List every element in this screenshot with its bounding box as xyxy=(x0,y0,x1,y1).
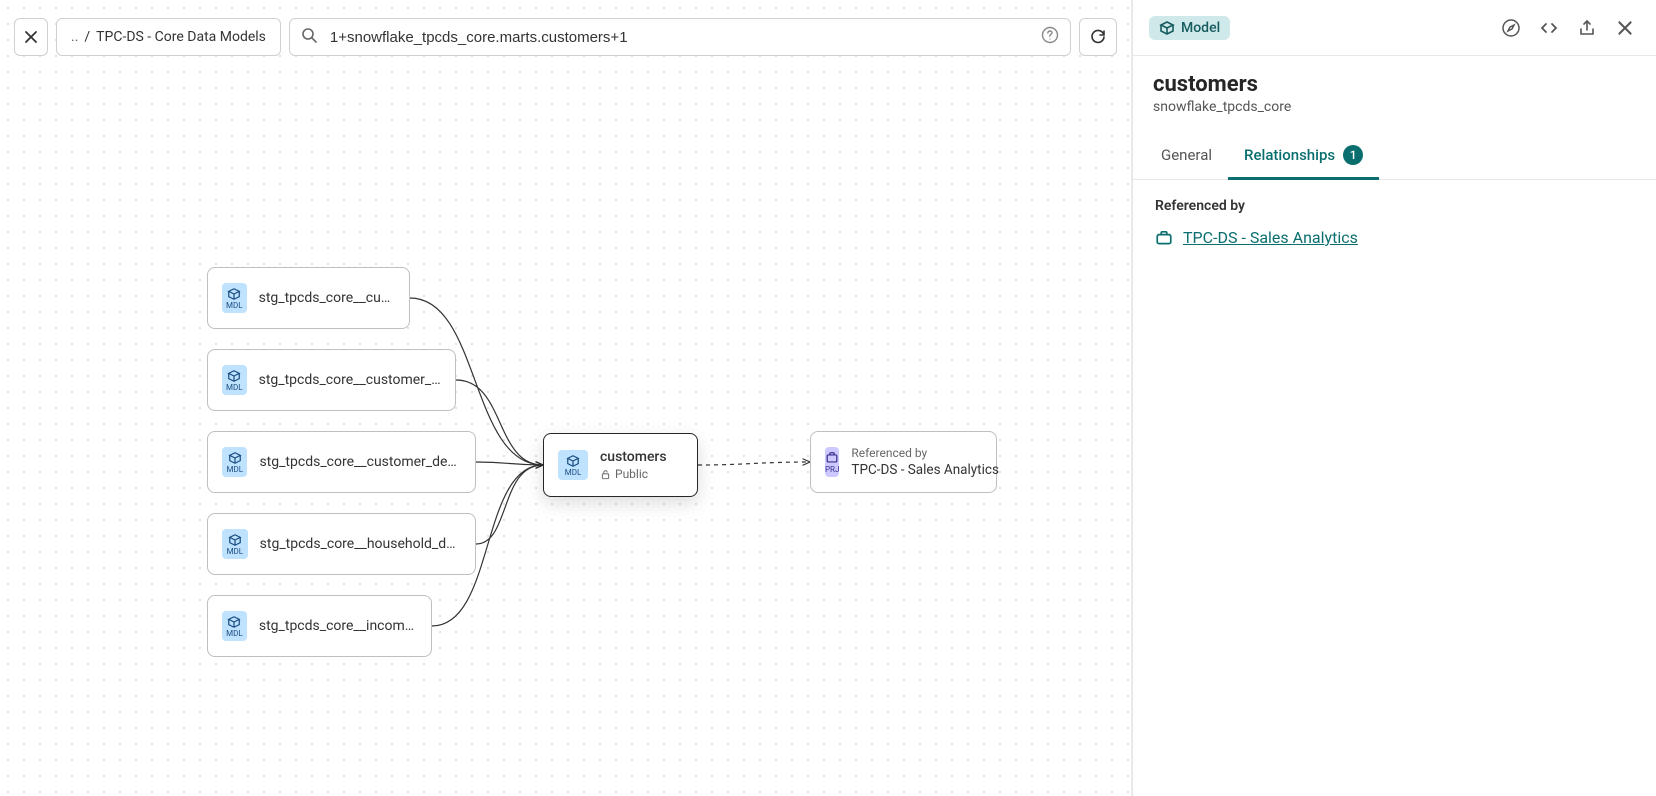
node-label: stg_tpcds_core__customer_address xyxy=(259,372,441,388)
search-help-icon[interactable] xyxy=(1041,26,1059,48)
node-label: stg_tpcds_core__customer xyxy=(259,290,395,306)
search-container xyxy=(289,18,1071,56)
breadcrumb-current: TPC-DS - Core Data Models xyxy=(96,29,266,45)
model-badge: MDL xyxy=(222,365,247,395)
compass-icon xyxy=(1501,18,1521,38)
share-button[interactable] xyxy=(1572,13,1602,43)
close-button[interactable] xyxy=(14,18,48,56)
node-label: customers xyxy=(600,449,667,465)
panel-subtitle: snowflake_tpcds_core xyxy=(1153,99,1636,115)
model-badge: MDL xyxy=(222,447,247,477)
breadcrumb[interactable]: .. / TPC-DS - Core Data Models xyxy=(56,18,281,56)
tab-general[interactable]: General xyxy=(1145,135,1228,180)
model-badge: MDL xyxy=(222,283,247,313)
node-downstream-project[interactable]: PRJ Referenced by TPC-DS - Sales Analyti… xyxy=(810,431,997,493)
top-toolbar: .. / TPC-DS - Core Data Models xyxy=(14,18,1117,56)
tab-relationships[interactable]: Relationships 1 xyxy=(1228,135,1379,180)
panel-title: customers xyxy=(1153,72,1636,97)
node-upstream-4[interactable]: MDL stg_tpcds_core__income_band xyxy=(207,595,432,657)
code-icon xyxy=(1539,18,1559,38)
search-input[interactable] xyxy=(289,18,1071,56)
search-icon xyxy=(301,27,317,47)
breadcrumb-sep: / xyxy=(84,29,90,45)
panel-title-block: customers snowflake_tpcds_core xyxy=(1133,56,1656,121)
close-panel-button[interactable] xyxy=(1610,13,1640,43)
close-icon xyxy=(23,29,39,45)
panel-header: Model xyxy=(1133,0,1656,56)
canvas-dots xyxy=(0,0,1131,796)
share-icon xyxy=(1577,18,1597,38)
refresh-icon xyxy=(1089,28,1107,46)
cube-icon xyxy=(1159,20,1175,36)
node-meta: Referenced by xyxy=(851,446,999,460)
panel-tabs: General Relationships 1 xyxy=(1133,135,1656,180)
lineage-canvas[interactable]: .. / TPC-DS - Core Data Models xyxy=(0,0,1132,796)
refresh-button[interactable] xyxy=(1079,18,1117,56)
node-selected-customers[interactable]: MDL customers Public xyxy=(543,433,698,497)
briefcase-icon xyxy=(1155,229,1173,247)
relationships-count: 1 xyxy=(1343,145,1363,165)
model-badge: MDL xyxy=(222,529,248,559)
node-visibility: Public xyxy=(600,467,667,481)
section-heading: Referenced by xyxy=(1155,198,1634,214)
node-label: stg_tpcds_core__income_band xyxy=(259,618,417,634)
close-icon xyxy=(1616,19,1634,37)
details-panel: Model customers snowflake_tpcds_core Gen… xyxy=(1132,0,1656,796)
node-label: stg_tpcds_core__household_demogr… xyxy=(260,536,461,552)
referenced-by-link[interactable]: TPC-DS - Sales Analytics xyxy=(1155,228,1634,247)
model-badge: MDL xyxy=(222,611,247,641)
breadcrumb-prefix: .. xyxy=(71,29,78,45)
unlock-icon xyxy=(600,469,611,480)
compass-button[interactable] xyxy=(1496,13,1526,43)
node-label: TPC-DS - Sales Analytics xyxy=(851,462,999,478)
model-badge: MDL xyxy=(558,450,588,480)
referenced-by-section: Referenced by TPC-DS - Sales Analytics xyxy=(1133,180,1656,265)
node-label: stg_tpcds_core__customer_demogra… xyxy=(259,454,461,470)
node-upstream-0[interactable]: MDL stg_tpcds_core__customer xyxy=(207,267,410,329)
code-button[interactable] xyxy=(1534,13,1564,43)
node-upstream-2[interactable]: MDL stg_tpcds_core__customer_demogra… xyxy=(207,431,476,493)
node-upstream-1[interactable]: MDL stg_tpcds_core__customer_address xyxy=(207,349,456,411)
node-upstream-3[interactable]: MDL stg_tpcds_core__household_demogr… xyxy=(207,513,476,575)
project-badge: PRJ xyxy=(825,447,839,477)
entity-type-pill: Model xyxy=(1149,16,1230,40)
